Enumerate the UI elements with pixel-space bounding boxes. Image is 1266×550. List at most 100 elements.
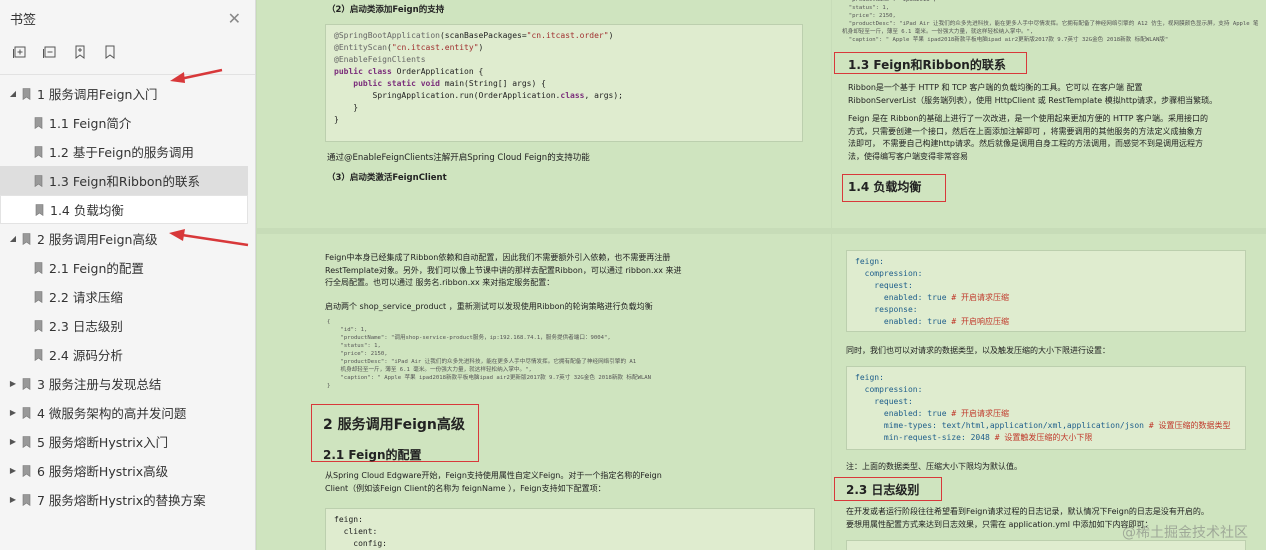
heading-1-3: 1.3 Feign和Ribbon的联系 bbox=[848, 58, 1006, 72]
toc-item-3[interactable]: 1.3 Feign和Ribbon的联系 bbox=[0, 166, 248, 195]
compression-desc: 同时，我们也可以对请求的数据类型，以及触发压缩的大小下限进行设置： bbox=[846, 346, 1110, 355]
toc-item-label: 1.3 Feign和Ribbon的联系 bbox=[49, 174, 200, 189]
code-line: @EntityScan("cn.itcast.entity") bbox=[334, 43, 484, 52]
ribbon-config-paragraph: Feign中本身已经集成了Ribbon依赖和自动配置，因此我们不需要额外引入依赖… bbox=[325, 252, 682, 290]
text-line: 从Spring Cloud Edgware开始，Feign支持使用属性自定义Fe… bbox=[325, 471, 662, 480]
text-line: "productDesc": "iPad Air 让我们的众多先进科技，能在更多… bbox=[842, 21, 1258, 27]
page-top-left: （2）启动类添加Feign的支持 @SpringBootApplication(… bbox=[257, 0, 831, 228]
load-balance-test-text: 启动两个 shop_service_product ，重新测试可以发现使用Rib… bbox=[325, 302, 653, 311]
toc-item-7[interactable]: 2.2 请求压缩 bbox=[0, 282, 255, 311]
code-line: feign: bbox=[855, 373, 884, 382]
toc-item-4[interactable]: 1.4 负载均衡 bbox=[0, 195, 248, 224]
collapsed-triangle-icon[interactable]: ▶ bbox=[8, 408, 18, 417]
code-line: @SpringBootApplication(scanBasePackages=… bbox=[334, 31, 614, 40]
toc-item-2[interactable]: 1.2 基于Feign的服务调用 bbox=[0, 137, 255, 166]
heading-2-3: 2.3 日志级别 bbox=[846, 483, 920, 497]
code-line: public class OrderApplication { bbox=[334, 67, 484, 76]
toc-item-label: 2.2 请求压缩 bbox=[49, 290, 123, 305]
annotation-arrow-1 bbox=[170, 68, 223, 83]
text-line: "status": 1, bbox=[327, 343, 381, 349]
code-line: min-request-size: 2048 # 设置触发压缩的大小下限 bbox=[855, 433, 1093, 442]
text-line: 行全局配置。也可以通过 服务名.ribbon.xx 来对指定服务配置： bbox=[325, 278, 555, 287]
json-code-tail: "productName": "ipad2018", "status": 1, … bbox=[838, 0, 1258, 42]
watermark: @稀土掘金技术社区 bbox=[1122, 525, 1248, 541]
heading-1-4: 1.4 负载均衡 bbox=[848, 180, 922, 194]
bookmark-icon bbox=[34, 145, 43, 158]
page-bottom-left: Feign中本身已经集成了Ribbon依赖和自动配置，因此我们不需要额外引入依赖… bbox=[257, 234, 831, 550]
toc-item-label: 2.1 Feign的配置 bbox=[49, 261, 144, 276]
code-line: @EnableFeignClients bbox=[334, 55, 426, 64]
page-top-right: "productName": "ipad2018", "status": 1, … bbox=[832, 0, 1266, 228]
code-line: } bbox=[334, 103, 359, 112]
text-line: client: bbox=[334, 527, 378, 536]
toc-item-13[interactable]: ▶ 6 服务熔断Hystrix高级 bbox=[0, 456, 255, 485]
toc-item-10[interactable]: ▶ 3 服务注册与发现总结 bbox=[0, 369, 255, 398]
bookmark-icon bbox=[22, 406, 31, 419]
bookmark-icon bbox=[34, 116, 43, 129]
compression-note: 注：上面的数据类型、压缩大小下限均为默认值。 bbox=[846, 462, 1022, 471]
collapsed-triangle-icon[interactable]: ▶ bbox=[8, 379, 18, 388]
code-line: request: bbox=[855, 281, 913, 290]
toc-item-9[interactable]: 2.4 源码分析 bbox=[0, 340, 255, 369]
toc-item-6[interactable]: 2.1 Feign的配置 bbox=[0, 253, 255, 282]
text-line: 法即可， 不需要自己构建http请求。然后就像是调用自身工程的方法调用，而感觉不… bbox=[848, 139, 1203, 148]
text-line: config: bbox=[334, 539, 387, 548]
expanded-triangle-icon[interactable]: ◢ bbox=[8, 89, 18, 98]
text-line: feign: bbox=[334, 515, 363, 524]
text-line: "id": 1, bbox=[327, 327, 368, 333]
bookmark-toolbar bbox=[0, 36, 255, 68]
toc-item-label: 3 服务注册与发现总结 bbox=[37, 377, 162, 392]
code-line: mime-types: text/html,application/xml,ap… bbox=[855, 421, 1231, 430]
toc-item-label: 6 服务熔断Hystrix高级 bbox=[37, 464, 169, 479]
toc-item-label: 1.4 负载均衡 bbox=[50, 203, 124, 218]
text-line: 方式，只需要创建一个接口，然后在上面添加注解即可 ，将需要调用的其他服务的方法定… bbox=[848, 126, 1203, 136]
text-line: 机身却轻至一斤，薄至 6.1 毫米。一份强大力量，就这样轻松纳入掌中。", bbox=[842, 29, 1034, 35]
text-line: RestTemplate对象。另外，我们可以像上节课中讲的那样去配置Ribbon… bbox=[325, 265, 682, 275]
toc-item-label: 2 服务调用Feign高级 bbox=[37, 232, 158, 247]
compression-code: feign: compression: request: enabled: tr… bbox=[846, 250, 1246, 332]
collapse-all-icon[interactable] bbox=[42, 44, 58, 60]
toc-item-label: 5 服务熔断Hystrix入门 bbox=[37, 435, 169, 450]
feign-config-code: feign: client: config: bbox=[325, 508, 815, 550]
expanded-triangle-icon[interactable]: ◢ bbox=[8, 234, 18, 243]
toc-item-label: 2.4 源码分析 bbox=[49, 348, 123, 363]
text-line: "status": 1, bbox=[842, 5, 890, 11]
bookmark-icon bbox=[22, 232, 31, 245]
code-line: enabled: true # 开启请求压缩 bbox=[855, 293, 1009, 302]
toc-item-14[interactable]: ▶ 7 服务熔断Hystrix的替换方案 bbox=[0, 485, 255, 514]
text-line: "price": 2150, bbox=[842, 13, 896, 19]
bookmark-icon bbox=[22, 377, 31, 390]
text-line: 法，使得编写客户端变得非常容易 bbox=[848, 151, 968, 161]
step-2-heading: （2）启动类添加Feign的支持 bbox=[327, 5, 445, 15]
code-line: enabled: true # 开启响应压缩 bbox=[855, 317, 1009, 326]
text-line: } bbox=[327, 383, 331, 389]
toc-item-label: 4 微服务架构的高并发问题 bbox=[37, 406, 187, 421]
collapsed-triangle-icon[interactable]: ▶ bbox=[8, 495, 18, 504]
expand-all-icon[interactable] bbox=[12, 44, 28, 60]
collapsed-triangle-icon[interactable]: ▶ bbox=[8, 466, 18, 475]
pdf-reader-window: 书签 ✕ ◢ 1 服务调用Feign入门 1.1 Feign简介 1.2 基于Feig… bbox=[0, 0, 1266, 550]
feign-config-paragraph: 从Spring Cloud Edgware开始，Feign支持使用属性自定义Fe… bbox=[325, 470, 662, 495]
toc-item-12[interactable]: ▶ 5 服务熔断Hystrix入门 bbox=[0, 427, 255, 456]
bookmark-icon[interactable] bbox=[102, 44, 118, 60]
text-line: "productDesc": "iPad Air 让我们的众多先进科技，能在更多… bbox=[327, 359, 637, 365]
step-3-heading: （3）启动类激活FeignClient bbox=[327, 173, 447, 183]
feign-paragraph: Feign 是在 Ribbon的基础上进行了一次改进，是一个使用起来更加方便的 … bbox=[848, 113, 1208, 163]
text-line: Ribbon是一个基于 HTTP 和 TCP 客户端的负载均衡的工具。它可以 在… bbox=[848, 83, 1143, 92]
close-icon[interactable]: ✕ bbox=[228, 9, 241, 28]
ribbon-paragraph: Ribbon是一个基于 HTTP 和 TCP 客户端的负载均衡的工具。它可以 在… bbox=[848, 82, 1217, 107]
bookmark-icon bbox=[34, 290, 43, 303]
heading-2: 2 服务调用Feign高级 bbox=[323, 417, 465, 433]
collapsed-triangle-icon[interactable]: ▶ bbox=[8, 437, 18, 446]
code-line: response: bbox=[855, 305, 918, 314]
toc-item-1[interactable]: 1.1 Feign简介 bbox=[0, 108, 255, 137]
add-bookmark-icon[interactable] bbox=[72, 44, 88, 60]
toc-item-11[interactable]: ▶ 4 微服务架构的高并发问题 bbox=[0, 398, 255, 427]
text-line: "caption": " Apple 苹果 ipad2018新款平板电脑ipad… bbox=[842, 37, 1169, 42]
toc-item-8[interactable]: 2.3 日志级别 bbox=[0, 311, 255, 340]
bookmark-icon bbox=[22, 87, 31, 100]
feign-description: 通过@EnableFeignClients注解开启Spring Cloud Fe… bbox=[327, 153, 590, 163]
document-view[interactable]: （2）启动类添加Feign的支持 @SpringBootApplication(… bbox=[257, 0, 1266, 550]
bookmark-icon bbox=[22, 464, 31, 477]
text-line: { bbox=[327, 319, 331, 325]
